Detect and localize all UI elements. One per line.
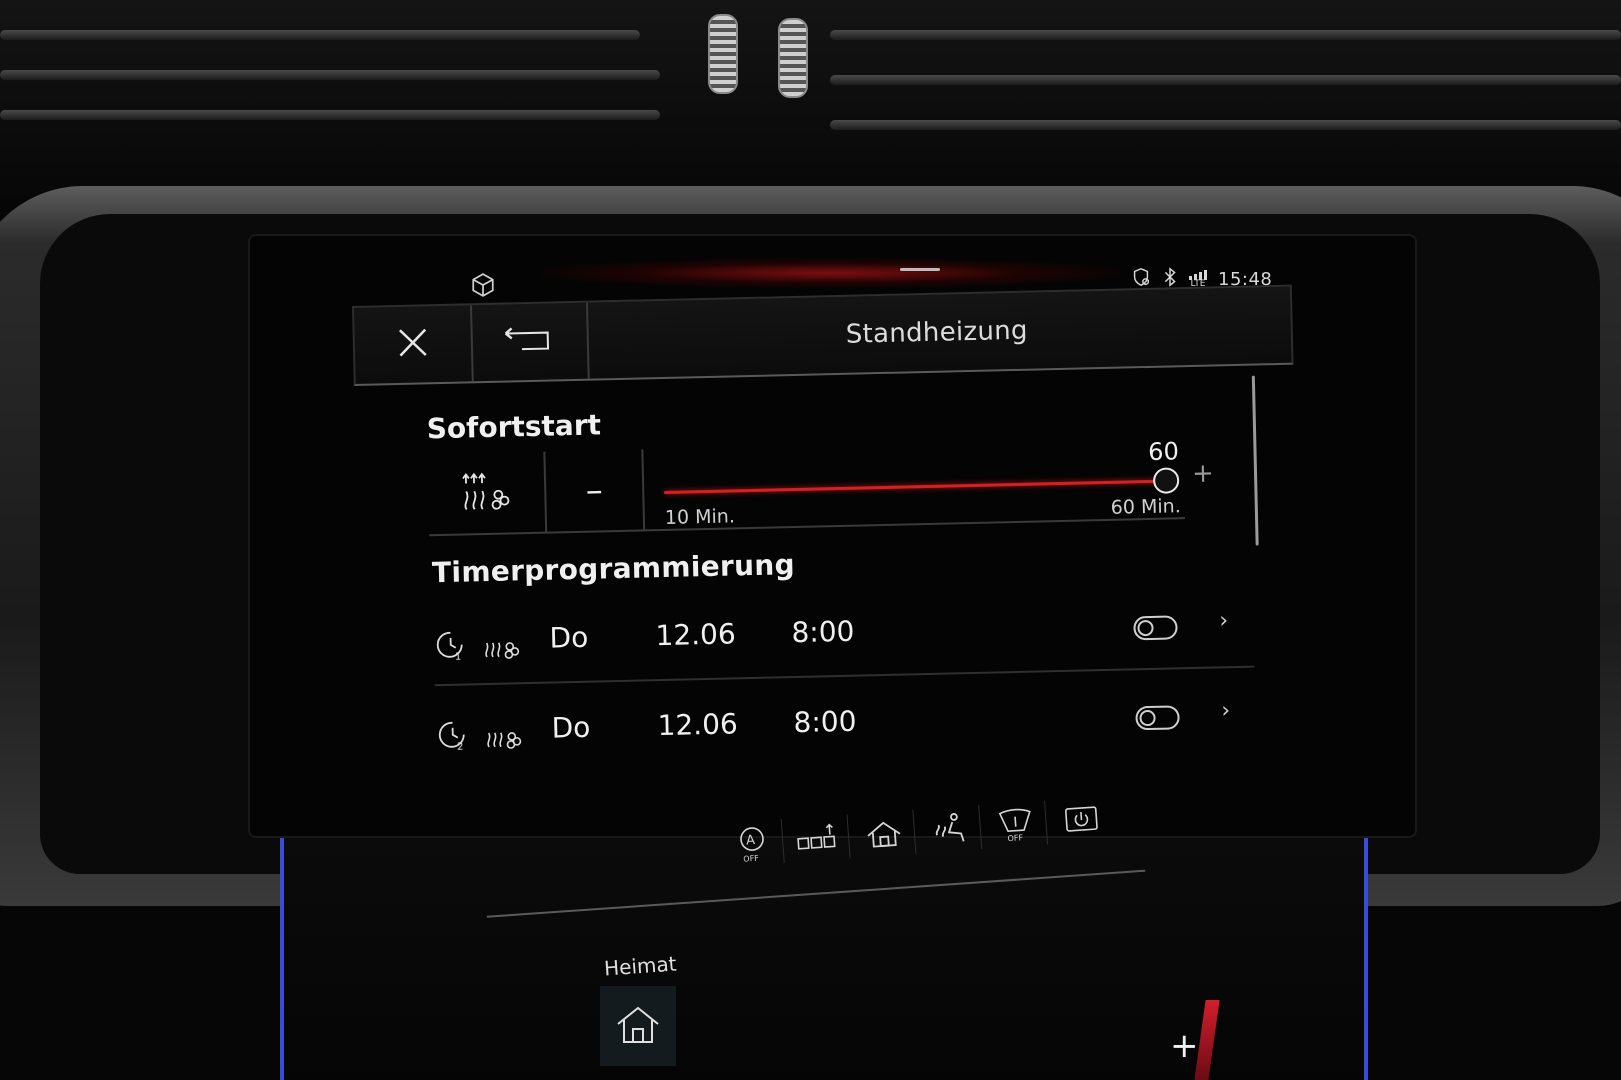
close-icon [393,323,432,366]
timer-row[interactable]: 1 Do 12.06 8:00 › [432,585,1255,687]
timer-programming-label: Timerprogrammierung [431,548,796,590]
timer-toggle[interactable] [1133,615,1178,641]
plus-button[interactable]: + [1192,458,1214,488]
heating-fan-icon [483,716,524,758]
auto-off-label: OFF [743,854,759,864]
timer-index: 1 [455,652,462,663]
heating-fan-icon [481,626,522,668]
windshield-off-label: OFF [1007,833,1023,843]
timer-toggle[interactable] [1135,705,1180,731]
ambient-red-glow [540,258,1120,288]
seat-heating-icon[interactable] [918,805,983,854]
slider-min-label: 10 Min. [664,505,736,529]
slider-fill [664,479,1165,494]
chevron-right-icon[interactable]: › [1219,608,1228,633]
minus-button[interactable]: – [545,449,646,534]
home-icon[interactable] [852,809,917,858]
vent-adjust-knob[interactable] [778,18,808,98]
back-arrow-icon [501,324,556,359]
timer-clock-icon: 2 [435,717,470,759]
timer-row[interactable]: 2 Do 12.06 8:00 › [435,676,1257,775]
svg-text:A: A [746,833,756,849]
timer-day: Do [551,710,591,745]
timer-time: 8:00 [791,614,855,650]
timer-time: 8:00 [793,704,857,740]
timer-clock-icon: 1 [433,627,468,669]
home-shortcut-button[interactable] [600,986,676,1066]
vent-slat [830,30,1621,40]
vent-slat [0,70,660,80]
vent-slat [830,75,1621,85]
temperature-plus-button[interactable]: + [1170,1026,1199,1066]
heimat-label: Heimat [603,951,678,981]
pull-down-handle[interactable] [900,268,940,271]
air-vent-area [0,0,1621,200]
close-button[interactable] [354,305,474,384]
vent-slat [0,110,660,120]
home-icon [614,1002,662,1050]
auto-off-icon[interactable]: A OFF [720,818,785,868]
timer-day: Do [549,620,589,655]
slider-value: 60 [1147,437,1180,466]
vent-slat [0,30,640,40]
timer-index: 2 [457,742,464,753]
vent-slat [830,120,1621,130]
power-icon[interactable] [1050,796,1113,844]
duration-slider[interactable]: 60 10 Min. 60 Min. [643,437,1186,532]
chevron-right-icon[interactable]: › [1221,698,1230,723]
heating-fan-button[interactable] [427,451,548,537]
slider-max-label: 60 Min. [1110,495,1182,519]
back-button[interactable] [470,302,590,382]
page-title: Standheizung [845,315,1029,350]
timer-date: 12.06 [655,617,737,653]
timer-date: 12.06 [657,707,739,743]
vent-adjust-knob[interactable] [708,14,738,94]
slider-thumb[interactable] [1152,467,1180,494]
parking-sensor-icon[interactable] [786,814,851,863]
scrollbar[interactable] [1251,375,1259,546]
heating-fan-icon [460,468,513,517]
sofortstart-label: Sofortstart [426,408,602,446]
cube-icon[interactable] [470,272,496,303]
slider-track[interactable] [664,479,1165,494]
windshield-off-icon[interactable]: OFF [984,800,1049,849]
standheizung-panel: Standheizung Sofortstart – 60 10 Min. 60… [352,284,1303,796]
